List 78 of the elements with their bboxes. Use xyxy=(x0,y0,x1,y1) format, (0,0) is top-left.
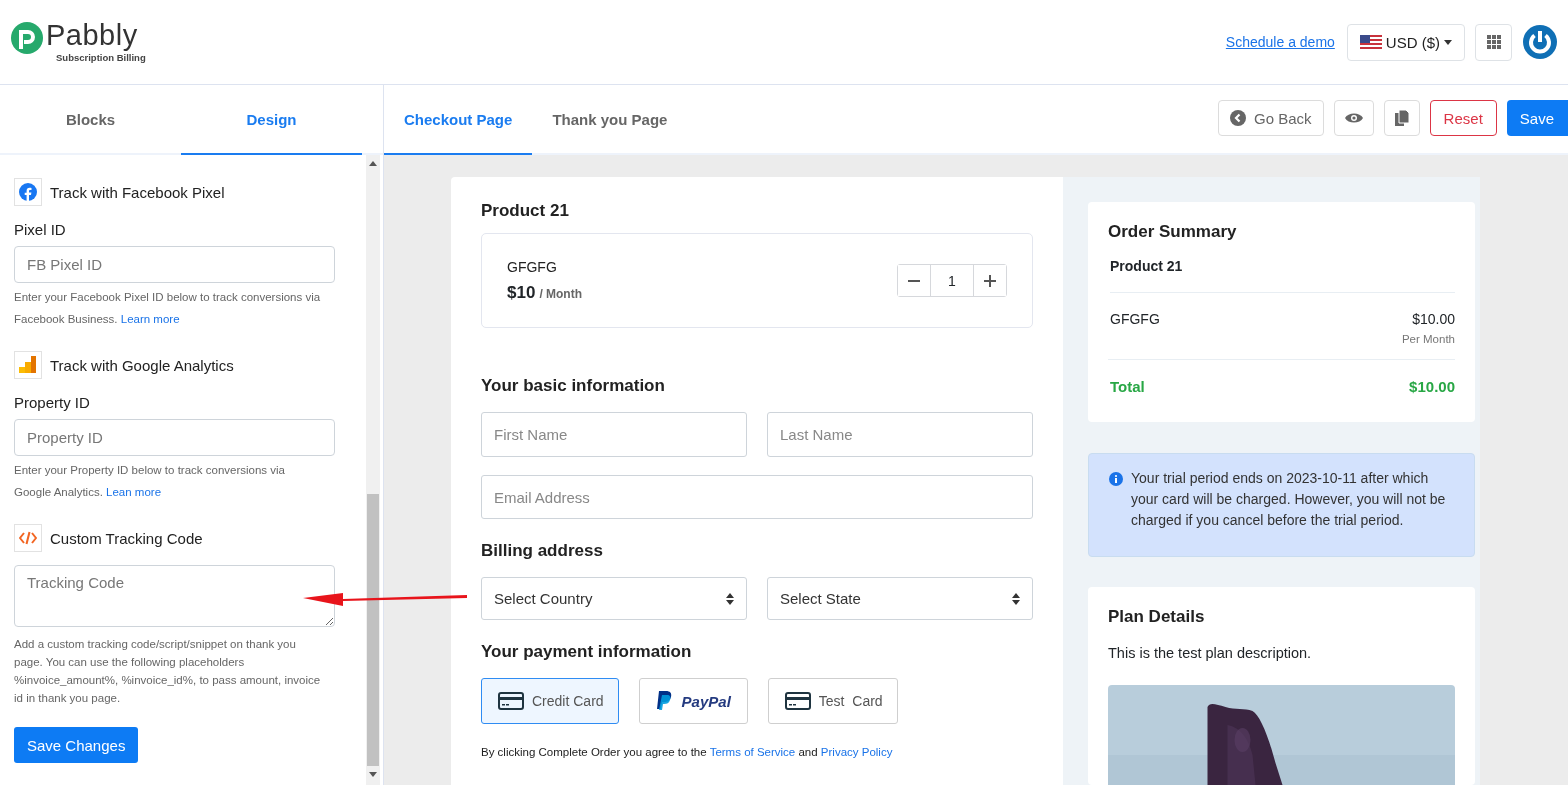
product-price: $10 xyxy=(507,282,536,303)
summary-amount: $10.00 xyxy=(1412,311,1455,327)
sidebar-tab[interactable]: Blocks xyxy=(0,85,181,155)
facebook-icon xyxy=(14,178,42,206)
plus-icon xyxy=(984,274,996,287)
summary-period: Per Month xyxy=(1401,333,1455,345)
card-option[interactable]: Credit Card xyxy=(481,678,619,724)
help-text: Enter your Property ID below to track conversions via Google Analytics. Lean more xyxy=(14,463,286,500)
learn-more-link[interactable]: Learn more xyxy=(120,313,180,325)
copy-icon xyxy=(1394,110,1409,126)
product-title: Product 21 xyxy=(481,201,570,221)
bar-chart-icon xyxy=(14,351,42,379)
plan-description: This is the test plan description. xyxy=(1108,645,1313,661)
terms-link[interactable]: Terms of Service xyxy=(709,746,796,758)
summary-product: Product 21 xyxy=(1110,258,1455,293)
total-label: Total xyxy=(1110,378,1145,395)
scroll-down-icon[interactable] xyxy=(369,772,377,777)
section-heading: Your payment information xyxy=(481,642,693,662)
currency-dropdown[interactable]: USD ($) xyxy=(1346,23,1465,61)
paypal-icon xyxy=(655,691,672,711)
paypal-option[interactable]: PayPal xyxy=(638,678,748,724)
plan-title: Plan Details xyxy=(1108,607,1206,627)
power-icon[interactable] xyxy=(1522,24,1558,60)
section-heading: Billing address xyxy=(481,541,604,561)
apps-button[interactable] xyxy=(1475,23,1512,61)
select-dropdown[interactable]: Select State xyxy=(767,577,1033,620)
scrollbar-thumb[interactable] xyxy=(367,494,379,766)
text-input-field[interactable]: Email Address xyxy=(481,475,1033,519)
page-tab[interactable]: Thank you Page xyxy=(532,85,688,155)
logo-tagline: Subscription Billing xyxy=(56,51,146,63)
logo-name: Pabbly xyxy=(46,17,139,52)
section-title: Track with Google Analytics xyxy=(50,356,234,374)
section-heading: Your basic information xyxy=(481,376,666,396)
copy-button[interactable] xyxy=(1383,100,1420,136)
sort-arrows-icon xyxy=(726,592,734,605)
tracking-code-field[interactable]: Tracking Code xyxy=(14,565,335,627)
code-icon xyxy=(14,524,42,552)
id-input-field[interactable]: Property ID xyxy=(14,419,335,456)
select-dropdown[interactable]: Select Country xyxy=(481,577,747,620)
save-button[interactable]: Save xyxy=(1506,100,1568,136)
reset-button[interactable]: Reset xyxy=(1429,100,1497,136)
info-icon xyxy=(1109,472,1123,486)
id-input-field[interactable]: FB Pixel ID xyxy=(14,246,335,283)
save-changes-button[interactable]: Save Changes xyxy=(14,727,139,763)
credit-card-icon xyxy=(784,692,811,710)
notice-text: Your trial period ends on 2023-10-11 after which your card will be charged. However, you will not be charged if you cancel before the trial period. xyxy=(1131,469,1447,530)
go-back-button[interactable]: Go Back xyxy=(1218,100,1324,136)
grid-icon xyxy=(1486,35,1501,49)
summary-title: Order Summary xyxy=(1108,222,1238,242)
product-item-name: GFGFG xyxy=(507,258,558,275)
summary-item: GFGFG xyxy=(1110,311,1160,329)
preview-button[interactable] xyxy=(1333,100,1374,136)
logo-icon xyxy=(10,20,44,55)
card-option[interactable]: Test Card xyxy=(767,678,898,724)
help-text: Enter your Facebook Pixel ID below to track conversions via Facebook Business. Learn more xyxy=(14,290,322,327)
terms-text: By clicking Complete Order you agree to the Terms of Service and Privacy Policy xyxy=(481,746,894,758)
learn-more-link[interactable]: Lean more xyxy=(106,486,162,498)
eye-icon xyxy=(1344,112,1363,124)
section-title: Track with Facebook Pixel xyxy=(50,183,225,201)
schedule-demo-link[interactable]: Schedule a demo xyxy=(1225,34,1335,50)
scroll-up-icon[interactable] xyxy=(369,161,377,166)
section-title: Custom Tracking Code xyxy=(50,529,203,547)
privacy-link[interactable]: Privacy Policy xyxy=(820,746,893,758)
flag-icon xyxy=(1359,34,1382,50)
back-icon xyxy=(1230,110,1247,126)
text-input-field[interactable]: First Name xyxy=(481,412,747,457)
help-text: Add a custom tracking code/script/snippet on thank you page. You can use the following placeholders %invoice_amount%, %invoice_id%, to pass amount, invoice id in thank you page. xyxy=(14,637,322,706)
sort-arrows-icon xyxy=(1012,592,1020,605)
field-label: Property ID xyxy=(14,394,90,411)
credit-card-icon xyxy=(498,692,524,710)
caret-icon xyxy=(1444,39,1452,45)
scrollbar[interactable] xyxy=(366,155,380,785)
total-amount: $10.00 xyxy=(1409,378,1455,395)
price-period: / Month xyxy=(539,286,583,301)
minus-icon xyxy=(908,279,920,282)
field-label: Pixel ID xyxy=(14,221,66,238)
sidebar-tab[interactable]: Design xyxy=(181,85,362,155)
text-input-field[interactable]: Last Name xyxy=(767,412,1033,457)
